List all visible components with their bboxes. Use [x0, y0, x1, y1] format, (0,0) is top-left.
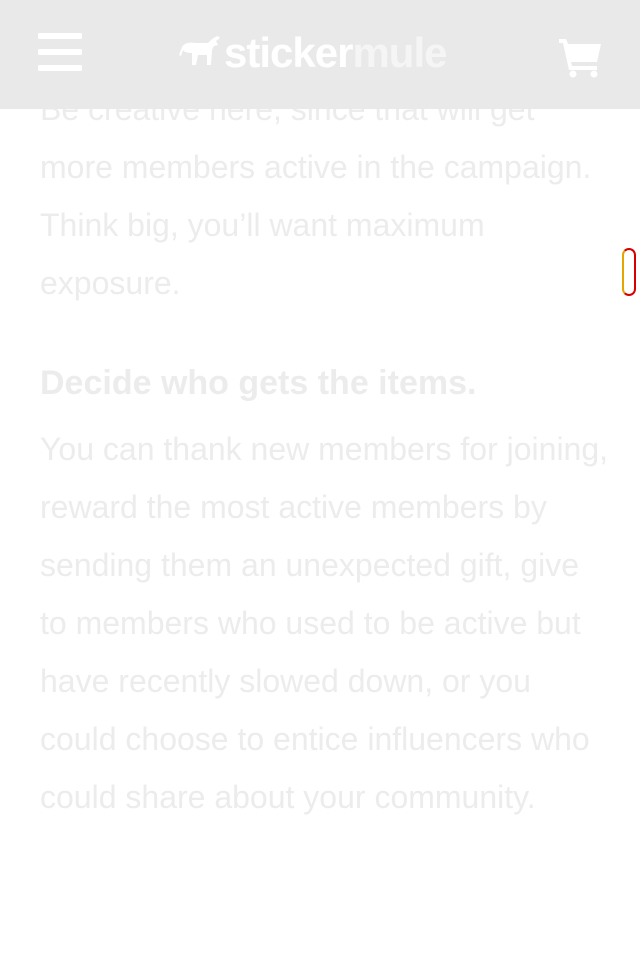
logo-word-mule: mule: [352, 29, 447, 76]
page: Be creative here, since that will get mo…: [0, 0, 640, 959]
shopping-cart-icon[interactable]: [557, 36, 603, 78]
article-paragraph: Be creative here, since that will get mo…: [40, 91, 592, 301]
mule-logo-icon: [179, 36, 220, 65]
article-paragraph: You can thank new members for joining, r…: [40, 431, 609, 815]
section-heading: Decide who gets the items.: [40, 364, 477, 402]
article-content: Be creative here, since that will get mo…: [40, 80, 610, 826]
hamburger-menu-icon[interactable]: [38, 33, 82, 73]
scroll-handle[interactable]: [622, 248, 636, 296]
logo-wordmark: stickermule: [224, 28, 447, 78]
stickermule-logo[interactable]: stickermule: [178, 28, 447, 78]
logo-word-sticker: sticker: [224, 29, 353, 76]
site-header: stickermule: [0, 0, 640, 109]
